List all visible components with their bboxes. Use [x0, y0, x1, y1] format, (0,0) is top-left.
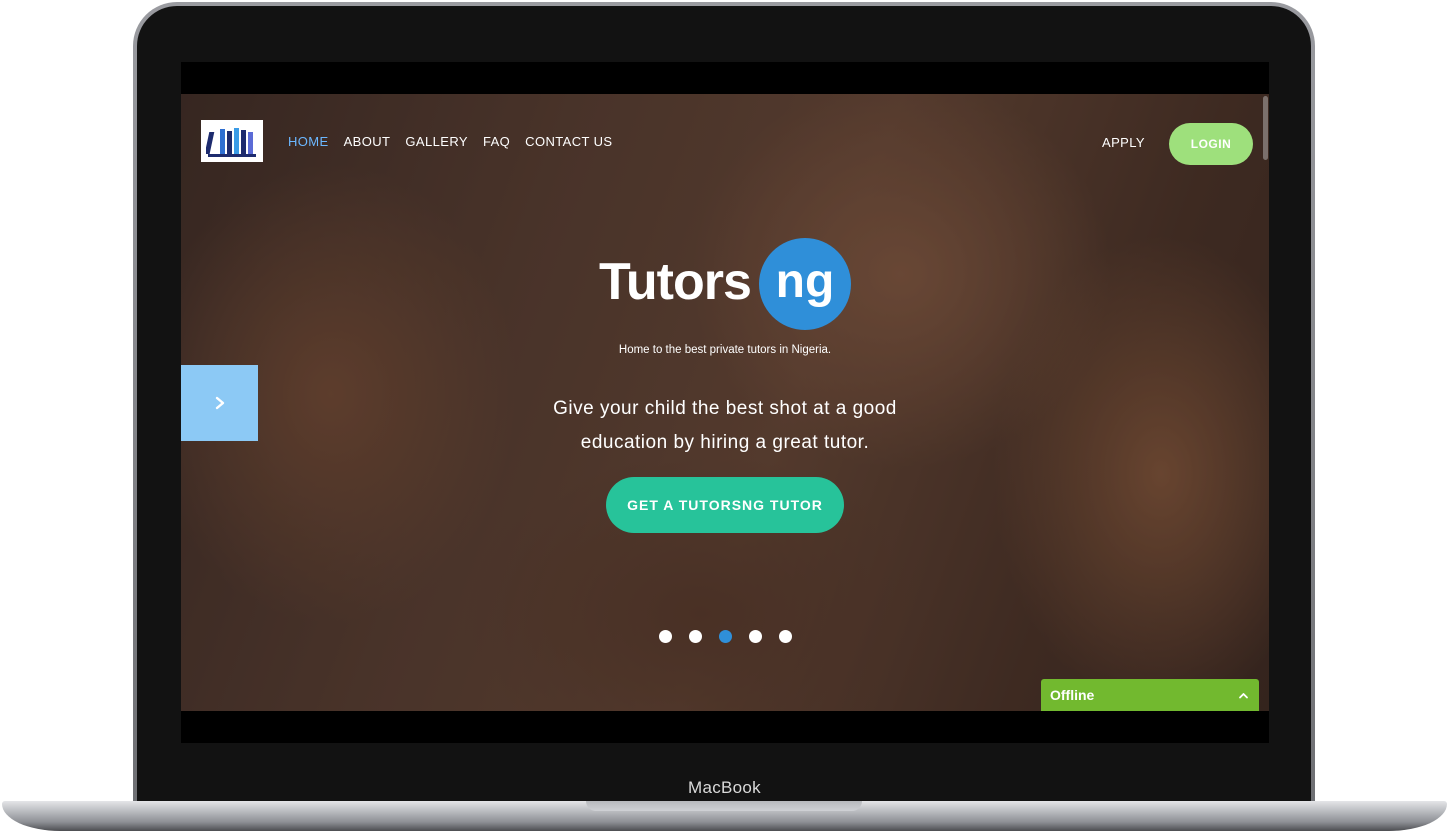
nav-item-home[interactable]: HOME — [288, 134, 329, 149]
nav-item-contact-us[interactable]: CONTACT US — [525, 134, 612, 149]
laptop-base-notch — [586, 801, 862, 811]
hero-headline: Give your child the best shot at a good … — [553, 398, 897, 453]
slider-dots — [659, 630, 792, 643]
chevron-right-icon — [215, 396, 224, 410]
slider-dot[interactable] — [689, 630, 702, 643]
hero-tagline: Home to the best private tutors in Niger… — [618, 344, 832, 356]
get-tutor-button[interactable]: GET A TUTORSNG TUTOR — [606, 477, 844, 533]
slider-dot[interactable] — [749, 630, 762, 643]
chevron-up-icon — [1239, 692, 1248, 698]
books-logo-icon — [206, 128, 256, 157]
browser-viewport: HOME ABOUT GALLERY FAQ CONTACT US APPLY … — [181, 94, 1269, 711]
site-logo[interactable] — [201, 120, 263, 162]
chat-toggle[interactable] — [1238, 690, 1249, 701]
slider-dot[interactable] — [779, 630, 792, 643]
hero-logo-word: Tutors — [599, 253, 752, 311]
hero-brand-logo: Tutors ng — [599, 238, 859, 332]
scrollbar[interactable] — [1263, 96, 1268, 160]
device-brand-label: MacBook — [688, 778, 761, 797]
nav-item-about[interactable]: ABOUT — [344, 134, 391, 149]
login-button[interactable]: LOGIN — [1169, 123, 1253, 165]
nav-item-faq[interactable]: FAQ — [483, 134, 510, 149]
hero-logo-accent: ng — [775, 254, 835, 308]
hero-logo-circle: ng — [759, 238, 851, 330]
nav-item-gallery[interactable]: GALLERY — [405, 134, 468, 149]
chat-status-label: Offline — [1050, 687, 1095, 703]
chat-widget[interactable]: Offline — [1041, 679, 1259, 711]
screen: HOME ABOUT GALLERY FAQ CONTACT US APPLY … — [181, 62, 1269, 743]
apply-link[interactable]: APPLY — [1102, 135, 1145, 150]
slider-next-button[interactable] — [181, 365, 258, 441]
slider-dot[interactable] — [659, 630, 672, 643]
slider-dot-active[interactable] — [719, 630, 732, 643]
main-nav: HOME ABOUT GALLERY FAQ CONTACT US — [288, 134, 612, 149]
